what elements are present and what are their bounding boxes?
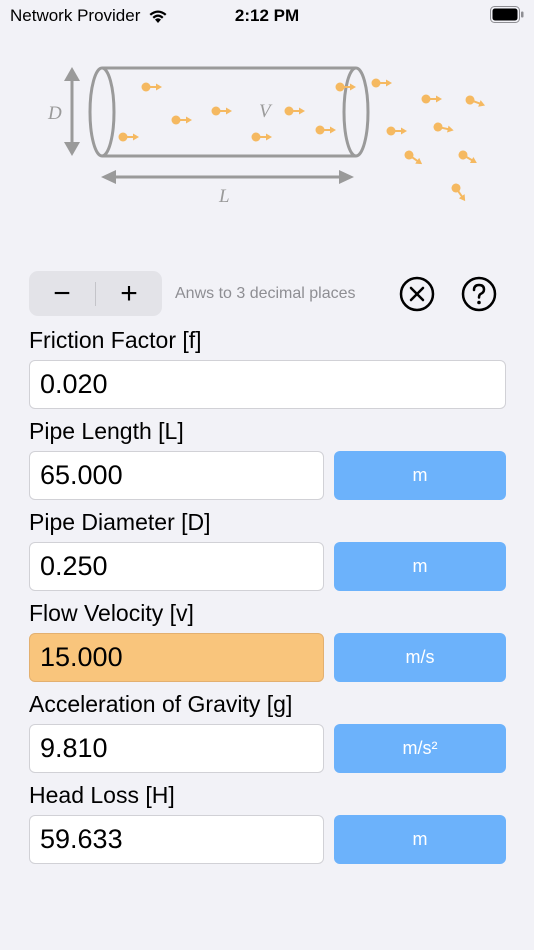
friction-factor-input[interactable]: 0.020 bbox=[29, 360, 506, 409]
flow-particle bbox=[404, 150, 423, 165]
help-icon[interactable] bbox=[461, 276, 497, 312]
decrement-button[interactable]: − bbox=[29, 271, 95, 316]
flow-particle bbox=[171, 115, 192, 125]
pipe-diameter-label: Pipe Diameter [D] bbox=[29, 509, 211, 535]
pipe-diameter-unit-button[interactable]: m bbox=[334, 542, 506, 591]
head-loss-output[interactable]: 59.633 bbox=[29, 815, 324, 864]
flow-velocity-input[interactable]: 15.000 bbox=[29, 633, 324, 682]
flow-particle bbox=[458, 150, 477, 164]
diagram-v-label: V bbox=[259, 101, 273, 122]
flow-particle bbox=[465, 95, 486, 107]
flow-particle bbox=[118, 132, 139, 142]
flow-particle bbox=[371, 78, 392, 88]
pipe-length-input[interactable]: 65.000 bbox=[29, 451, 324, 500]
flow-particle bbox=[451, 183, 466, 202]
gravity-input[interactable]: 9.810 bbox=[29, 724, 324, 773]
diagram-d-label: D bbox=[47, 103, 62, 124]
flow-particle bbox=[211, 106, 232, 116]
clear-icon[interactable] bbox=[399, 276, 435, 312]
flow-particle bbox=[386, 126, 407, 136]
status-bar: Network Provider 2:12 PM bbox=[0, 0, 534, 32]
gravity-unit-button[interactable]: m/s² bbox=[334, 724, 506, 773]
flow-particle bbox=[421, 94, 442, 104]
pipe-length-label: Pipe Length [L] bbox=[29, 418, 184, 444]
flow-particle bbox=[315, 125, 336, 135]
flow-velocity-unit-button[interactable]: m/s bbox=[334, 633, 506, 682]
diagram-l-label: L bbox=[218, 186, 230, 207]
status-time: 2:12 PM bbox=[234, 6, 300, 25]
flow-velocity-label: Flow Velocity [v] bbox=[29, 600, 194, 626]
flow-particles bbox=[118, 78, 486, 202]
flow-particle bbox=[141, 82, 162, 92]
friction-factor-label: Friction Factor [f] bbox=[29, 327, 202, 353]
battery-icon bbox=[490, 6, 524, 23]
gravity-label: Acceleration of Gravity [g] bbox=[29, 691, 293, 717]
pipe-diameter-input[interactable]: 0.250 bbox=[29, 542, 324, 591]
head-loss-label: Head Loss [H] bbox=[29, 782, 175, 808]
flow-particle bbox=[251, 132, 272, 142]
decimal-stepper[interactable]: − + bbox=[29, 271, 162, 316]
increment-button[interactable]: + bbox=[96, 271, 162, 316]
flow-particle bbox=[433, 122, 454, 133]
pipe-length-unit-button[interactable]: m bbox=[334, 451, 506, 500]
head-loss-unit-button[interactable]: m bbox=[334, 815, 506, 864]
pipe-flow-diagram: D V L bbox=[47, 66, 486, 207]
decimal-places-hint: Anws to 3 decimal places bbox=[175, 285, 356, 302]
flow-particle bbox=[284, 106, 305, 116]
